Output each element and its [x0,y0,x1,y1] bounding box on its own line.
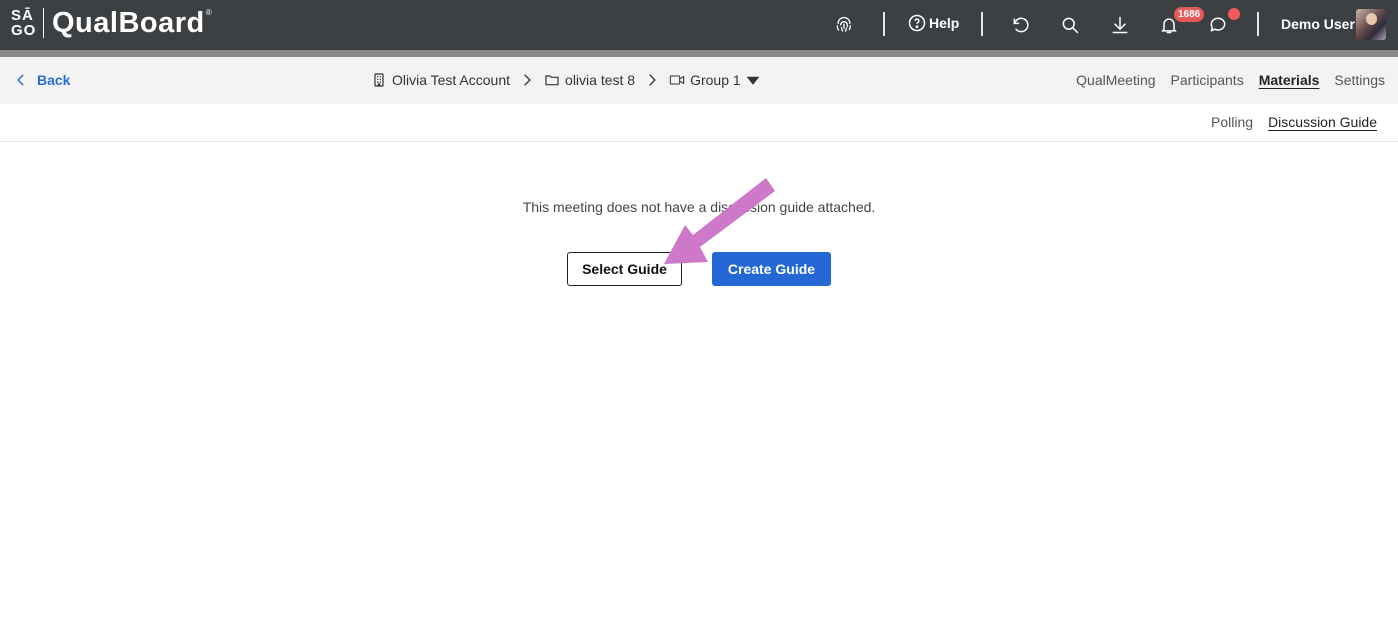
header-divider [981,12,983,36]
breadcrumb-label: olivia test 8 [565,72,636,88]
notification-count-badge: 1686 [1174,7,1205,22]
back-label: Back [37,72,71,88]
logo-text: QualBoard [52,6,205,39]
secondary-bar: Back Olivia Test Account olivia test 8 G… [0,57,1398,104]
select-guide-button[interactable]: Select Guide [567,252,682,286]
materials-subtabs: Polling Discussion Guide [1211,114,1377,130]
chevron-left-icon [17,74,24,86]
undo-icon[interactable] [1009,13,1033,37]
download-icon[interactable] [1108,13,1132,37]
breadcrumb-group[interactable]: Group 1 [669,72,766,88]
fingerprint-icon[interactable] [832,13,856,37]
topbar-underline [0,50,1398,57]
chat-icon[interactable] [1206,13,1230,37]
back-button[interactable]: Back [14,72,70,88]
help-button[interactable]: Help [908,14,959,32]
breadcrumb: Olivia Test Account olivia test 8 Group … [371,72,766,88]
main-tabs: QualMeeting Participants Materials Setti… [1076,72,1385,88]
create-guide-button[interactable]: Create Guide [712,252,831,286]
logo-mark-top: SĀ [11,7,34,24]
header-divider [883,12,885,36]
tab-qualmeeting[interactable]: QualMeeting [1076,72,1155,88]
avatar[interactable] [1356,9,1386,40]
logo-mark-bottom: GO [11,22,37,39]
qualboard-logo[interactable]: SĀ GO QualBoard ® [11,6,212,40]
tab-settings[interactable]: Settings [1334,72,1385,88]
building-icon [374,73,384,87]
caret-down-icon [746,76,760,85]
tab-participants[interactable]: Participants [1171,72,1244,88]
chat-unread-dot [1228,8,1240,20]
tab-discussion-guide[interactable]: Discussion Guide [1268,114,1377,130]
help-icon [908,14,926,32]
chevron-right-icon [524,74,531,86]
sago-logo-mark: SĀ GO [11,6,37,40]
video-icon [669,75,685,85]
tab-polling[interactable]: Polling [1211,114,1253,130]
empty-state-message: This meeting does not have a discussion … [522,199,876,215]
chevron-right-icon [649,74,656,86]
tab-materials[interactable]: Materials [1259,72,1320,88]
breadcrumb-account[interactable]: Olivia Test Account [371,72,510,88]
breadcrumb-label: Group 1 [690,72,741,88]
registered-mark: ® [205,8,212,17]
breadcrumb-project[interactable]: olivia test 8 [544,72,635,88]
breadcrumb-label: Olivia Test Account [392,72,511,88]
search-icon[interactable] [1058,13,1082,37]
header-divider [1257,12,1259,36]
logo-divider [43,8,44,38]
user-name[interactable]: Demo User [1281,16,1355,32]
top-navigation-bar: SĀ GO QualBoard ® Help 1686 Demo User [0,0,1398,50]
help-label: Help [929,15,960,31]
divider [0,141,1398,142]
folder-icon [545,75,559,86]
